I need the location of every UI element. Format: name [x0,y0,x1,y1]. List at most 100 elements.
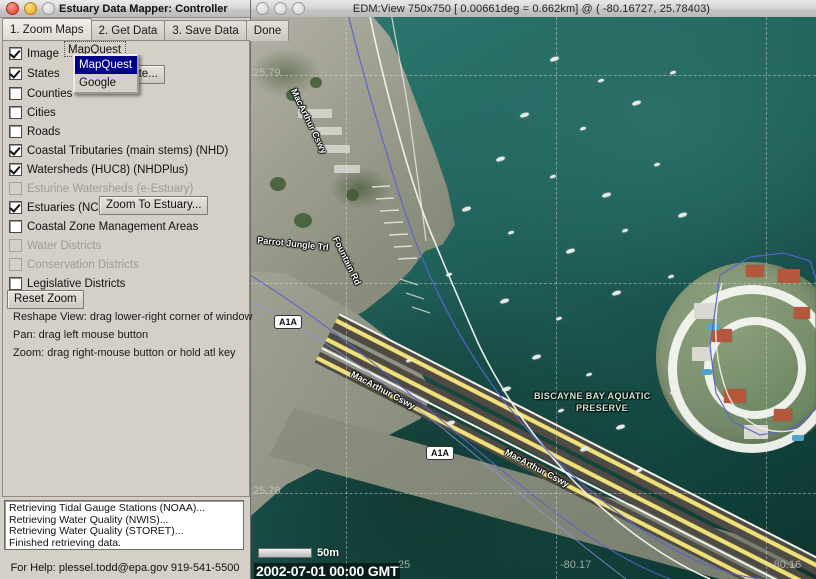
checkbox-icon [9,239,22,252]
image-source-dropdown[interactable]: MapQuest Google [73,54,139,94]
layer-checkbox-esturine-watersheds: Esturine Watersheds (e-Estuary) [9,180,193,197]
layer-label: States [27,68,60,80]
close-icon[interactable] [256,2,269,15]
tab-done[interactable]: Done [246,20,290,41]
controller-titlebar: Estuary Data Mapper: Controller [0,0,250,18]
reset-zoom-button[interactable]: Reset Zoom [7,290,84,309]
help-text: For Help: plessel.todd@epa.gov 919-541-5… [0,562,250,574]
area-label-biscayne-line2: PRESERVE [576,403,628,414]
minimize-icon[interactable] [24,2,37,15]
minimize-icon[interactable] [274,2,287,15]
tab-zoom-maps[interactable]: 1. Zoom Maps [2,18,92,41]
tree [294,213,312,228]
controller-window: Estuary Data Mapper: Controller 1. Zoom … [0,0,251,579]
layer-label: Cities [27,107,56,119]
map-timestamp: 2002-07-01 00:00 GMT [254,563,400,579]
checkbox-icon[interactable] [9,201,22,214]
building-roof [778,269,800,283]
checkbox-icon[interactable] [9,125,22,138]
checkbox-icon[interactable] [9,87,22,100]
checkbox-icon[interactable] [9,277,22,290]
controller-window-controls[interactable] [6,2,55,15]
status-log[interactable]: Retrieving Tidal Gauge Stations (NOAA)..… [4,500,244,550]
tab-bar: 1. Zoom Maps 2. Get Data 3. Save Data Do… [2,19,248,41]
layer-checkbox-states[interactable]: States [9,65,60,82]
layer-label: Coastal Zone Management Areas [27,221,198,233]
hint-pan: Pan: drag left mouse button [13,329,148,341]
layer-label: Estuaries (NCA) [27,202,110,214]
building-roof [774,409,792,421]
route-shield-a1a-south: A1A [426,446,454,460]
tree [346,189,359,201]
layer-label: Image [27,48,59,60]
hint-reshape-view: Reshape View: drag lower-right corner of… [13,311,252,323]
tab-get-data[interactable]: 2. Get Data [91,20,166,41]
map-window: EDM:View 750x750 [ 0.00661deg = 0.662km]… [250,0,816,579]
swimming-pool [701,369,712,375]
gridline-latitude [250,75,816,76]
layer-checkbox-cities[interactable]: Cities [9,104,56,121]
checkbox-icon[interactable] [9,220,22,233]
checkbox-icon[interactable] [9,144,22,157]
map-titlebar: EDM:View 750x750 [ 0.00661deg = 0.662km]… [250,0,816,18]
building-roof [724,389,746,403]
layer-label: Water Districts [27,240,101,252]
area-label-biscayne-line1: BISCAYNE BAY AQUATIC [534,391,651,402]
building [744,425,768,439]
layer-label: Watersheds (HUC8) (NHDPlus) [27,164,188,176]
zoom-icon[interactable] [292,2,305,15]
map-canvas[interactable]: 25.79 25.78 25 -80.17 -80.16 MacArthur C… [250,17,816,579]
map-window-title: EDM:View 750x750 [ 0.00661deg = 0.662km]… [305,3,758,15]
layer-checkbox-coastal-zone-mgmt[interactable]: Coastal Zone Management Areas [9,218,198,235]
swimming-pool [708,323,720,330]
layer-checkbox-counties[interactable]: Counties [9,85,72,102]
building [692,347,712,361]
log-line: Finished retrieving data. [9,538,239,550]
zoom-to-estuary-button[interactable]: Zoom To Estuary... [99,196,208,215]
layer-checkbox-image[interactable]: Image [9,45,59,62]
layer-checkbox-water-districts: Water Districts [9,237,101,254]
swimming-pool [792,435,804,441]
layer-checkbox-roads[interactable]: Roads [9,123,60,140]
zoom-icon[interactable] [42,2,55,15]
checkbox-icon [9,258,22,271]
layer-label: Counties [27,88,72,100]
building-roof [712,329,732,342]
gridline-longitude [346,17,347,579]
log-line: Retrieving Tidal Gauge Stations (NOAA)..… [9,503,239,515]
tab-save-data[interactable]: 3. Save Data [164,20,246,41]
dropdown-item-google[interactable]: Google [75,74,137,92]
controller-window-title: Estuary Data Mapper: Controller [59,3,250,15]
layer-label: Coastal Tributaries (main stems) (NHD) [27,145,228,157]
grid-label-lat-top: 25.79 [253,67,281,79]
layer-checkbox-coastal-tributaries[interactable]: Coastal Tributaries (main stems) (NHD) [9,142,228,159]
screen: EDM:View 750x750 [ 0.00661deg = 0.662km]… [0,0,816,579]
log-line: Retrieving Water Quality (STORET)... [9,526,239,538]
close-icon[interactable] [6,2,19,15]
building [694,303,716,319]
tree [270,177,286,191]
layer-label: Legislative Districts [27,278,125,290]
layer-checkbox-watersheds[interactable]: Watersheds (HUC8) (NHDPlus) [9,161,188,178]
checkbox-icon[interactable] [9,47,22,60]
layer-checkbox-estuaries[interactable]: Estuaries (NCA) [9,199,110,216]
building-roof [746,265,764,277]
tree [310,77,322,88]
grid-label-lat-bottom: 25.78 [253,485,281,497]
hint-zoom: Zoom: drag right-mouse button or hold at… [13,347,236,359]
scale-bar: 50m [258,547,339,559]
layer-label: Conservation Districts [27,259,139,271]
grid-label-lon-right: -80.16 [770,559,801,571]
layer-checkbox-conservation-districts: Conservation Districts [9,256,139,273]
checkbox-icon[interactable] [9,106,22,119]
gridline-latitude [250,283,816,284]
checkbox-icon[interactable] [9,163,22,176]
map-window-controls[interactable] [256,2,305,15]
checkbox-icon[interactable] [9,67,22,80]
gridline-longitude [766,17,767,579]
scale-bar-label: 50m [317,547,339,559]
gridline-longitude [556,17,557,579]
grid-label-lon-left: -80.17 [560,559,591,571]
dropdown-item-mapquest[interactable]: MapQuest [75,56,137,74]
layer-label: Esturine Watersheds (e-Estuary) [27,183,193,195]
